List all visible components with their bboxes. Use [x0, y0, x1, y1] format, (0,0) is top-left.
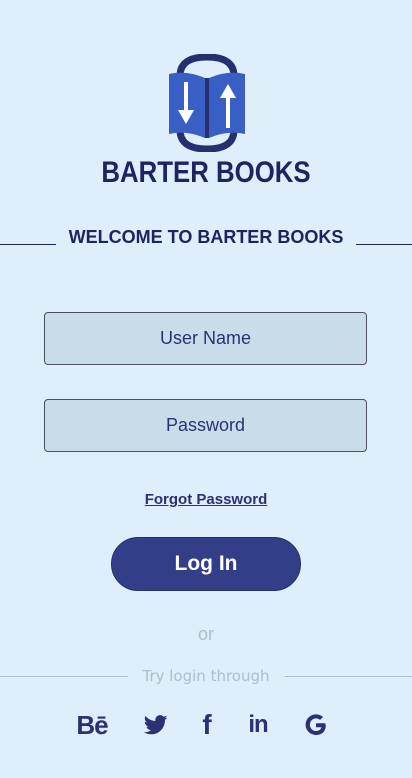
facebook-icon[interactable]: f: [196, 708, 218, 742]
alt-login-label: Try login through: [142, 667, 270, 685]
behance-glyph: Bē: [76, 709, 108, 740]
page-title: WELCOME TO BARTER BOOKS: [68, 227, 344, 247]
or-separator: or: [197, 624, 214, 644]
twitter-icon[interactable]: [142, 708, 170, 742]
linkedin-icon[interactable]: in: [242, 708, 274, 742]
password-input[interactable]: [45, 400, 366, 463]
facebook-glyph: f: [202, 709, 212, 740]
book-exchange-icon: [166, 53, 248, 153]
username-input[interactable]: [45, 313, 366, 376]
forgot-password-link[interactable]: Forgot Password: [0, 491, 412, 508]
login-button[interactable]: Log In: [111, 537, 301, 591]
google-icon[interactable]: [301, 708, 331, 742]
brand-wordmark: BARTER BOOKS: [101, 156, 311, 189]
username-field-box: [44, 312, 367, 376]
password-field-box: [44, 399, 367, 463]
linkedin-glyph: in: [248, 711, 268, 738]
behance-icon[interactable]: Bē: [72, 708, 112, 742]
